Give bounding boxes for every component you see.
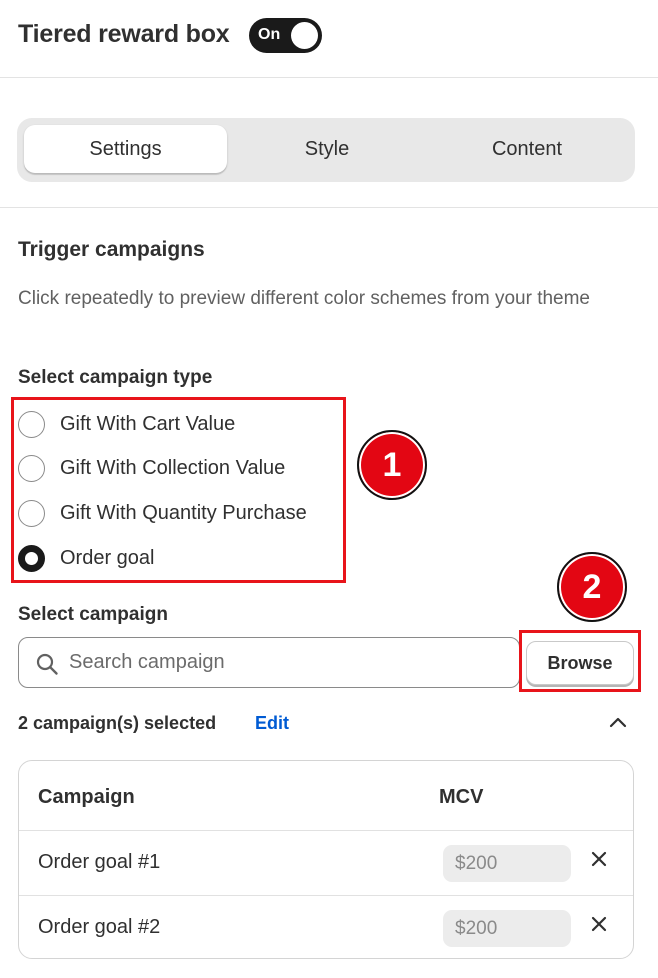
close-icon[interactable] [589, 914, 609, 934]
campaign-name: Order goal #1 [38, 851, 161, 873]
table-row: Order goal #2 [19, 895, 633, 958]
close-icon[interactable] [589, 849, 609, 869]
chevron-up-icon[interactable] [608, 714, 628, 730]
search-field[interactable] [18, 637, 520, 688]
divider [0, 207, 658, 208]
selected-count: 2 campaign(s) selected [18, 713, 217, 733]
section-description: Click repeatedly to preview different co… [18, 288, 591, 309]
annotation-box-1 [11, 397, 346, 583]
annotation-badge-2: 2 [557, 552, 627, 622]
page-title: Tiered reward box [18, 20, 230, 48]
column-header-campaign: Campaign [38, 786, 135, 808]
browse-button[interactable]: Browse [526, 641, 634, 685]
mcv-field[interactable] [443, 845, 571, 882]
campaign-table: Campaign MCV Order goal #1 Order goal #2 [18, 760, 634, 959]
table-row: Order goal #1 [19, 830, 633, 895]
toggle-knob [291, 22, 318, 49]
header: Tiered reward box On [0, 0, 658, 78]
edit-link[interactable]: Edit [255, 713, 289, 734]
tab-bar: Settings Style Content [17, 118, 635, 182]
campaign-name: Order goal #2 [38, 916, 161, 938]
mcv-field[interactable] [443, 910, 571, 947]
tab-style[interactable]: Style [229, 125, 425, 173]
search-icon [36, 653, 58, 675]
tab-settings[interactable]: Settings [24, 125, 227, 173]
column-header-mcv: MCV [439, 786, 484, 808]
toggle-label: On [258, 26, 281, 43]
enable-toggle[interactable]: On [249, 18, 322, 53]
section-title: Trigger campaigns [18, 238, 205, 261]
tab-content[interactable]: Content [427, 125, 627, 173]
select-campaign-label: Select campaign [18, 604, 168, 625]
campaign-type-label: Select campaign type [18, 367, 213, 388]
annotation-badge-1: 1 [357, 430, 427, 500]
search-input[interactable] [69, 639, 509, 685]
